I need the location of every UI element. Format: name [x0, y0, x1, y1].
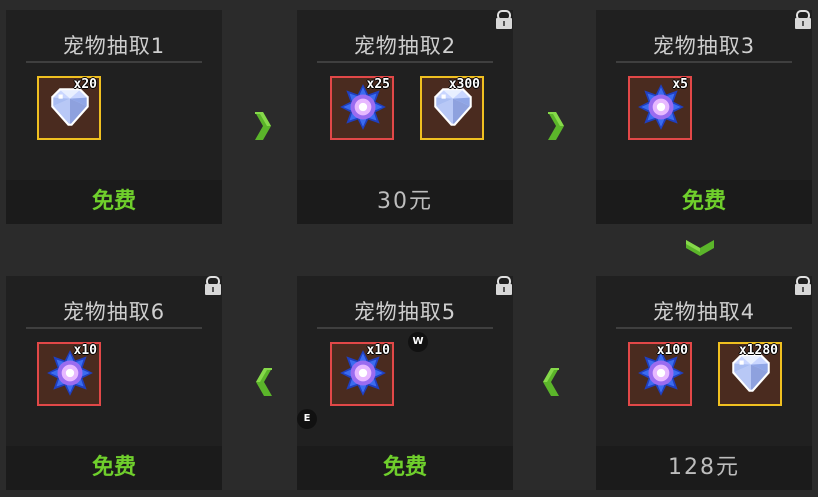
chevron-left-icon	[256, 368, 272, 396]
pet-draw-card-2[interactable]: 宠物抽取2 x25 x300 30元	[297, 10, 513, 224]
divider	[317, 327, 493, 329]
chevron-right-icon	[255, 112, 271, 140]
item-quantity: x300	[448, 77, 480, 92]
divider	[26, 61, 202, 63]
reward-item[interactable]: x10	[37, 342, 101, 406]
card-title: 宠物抽取5	[353, 300, 457, 324]
reward-item[interactable]: x1280	[718, 342, 782, 406]
purchase-button[interactable]: 30元	[297, 180, 513, 224]
chevron-left-icon	[543, 368, 559, 396]
item-quantity: x100	[656, 343, 688, 358]
card-title: 宠物抽取6	[62, 300, 166, 324]
card-title: 宠物抽取4	[652, 300, 756, 324]
divider	[616, 327, 792, 329]
item-quantity: x5	[672, 77, 688, 92]
item-quantity: x10	[366, 343, 390, 358]
diamond-icon	[726, 352, 776, 394]
reward-item[interactable]: x100	[628, 342, 692, 406]
claim-button[interactable]: 免费	[6, 180, 222, 224]
item-quantity: x10	[73, 343, 97, 358]
claim-button[interactable]: 免费	[596, 180, 812, 224]
lock-icon	[204, 276, 222, 296]
reward-item[interactable]: x25	[330, 76, 394, 140]
diamond-icon	[45, 86, 95, 128]
lock-icon	[495, 10, 513, 30]
claim-button[interactable]: 免费	[6, 446, 222, 490]
reward-item[interactable]: x10	[330, 342, 394, 406]
lock-icon	[495, 276, 513, 296]
hotkey-w-badge: W	[408, 332, 428, 352]
card-title: 宠物抽取2	[353, 34, 457, 58]
divider	[317, 61, 493, 63]
pet-draw-card-3[interactable]: 宠物抽取3 x5 免费	[596, 10, 812, 224]
pet-draw-card-4[interactable]: 宠物抽取4 x100 x1280 128元	[596, 276, 812, 490]
diamond-icon	[428, 86, 478, 128]
pet-draw-card-1[interactable]: 宠物抽取1 x20 免费	[6, 10, 222, 224]
hotkey-e-badge: E	[297, 409, 317, 429]
card-title: 宠物抽取1	[62, 34, 166, 58]
reward-item[interactable]: x20	[37, 76, 101, 140]
chevron-down-icon	[686, 240, 714, 256]
purchase-button[interactable]: 128元	[596, 446, 812, 490]
pet-draw-card-6[interactable]: 宠物抽取6 x10 免费	[6, 276, 222, 490]
lock-icon	[794, 276, 812, 296]
divider	[26, 327, 202, 329]
item-quantity: x20	[73, 77, 97, 92]
reward-item[interactable]: x300	[420, 76, 484, 140]
card-title: 宠物抽取3	[652, 34, 756, 58]
chevron-right-icon	[548, 112, 564, 140]
lock-icon	[794, 10, 812, 30]
pet-draw-card-5[interactable]: 宠物抽取5 x10 免费	[297, 276, 513, 490]
claim-button[interactable]: 免费	[297, 446, 513, 490]
item-quantity: x25	[366, 77, 390, 92]
reward-item[interactable]: x5	[628, 76, 692, 140]
divider	[616, 61, 792, 63]
item-quantity: x1280	[738, 343, 778, 358]
